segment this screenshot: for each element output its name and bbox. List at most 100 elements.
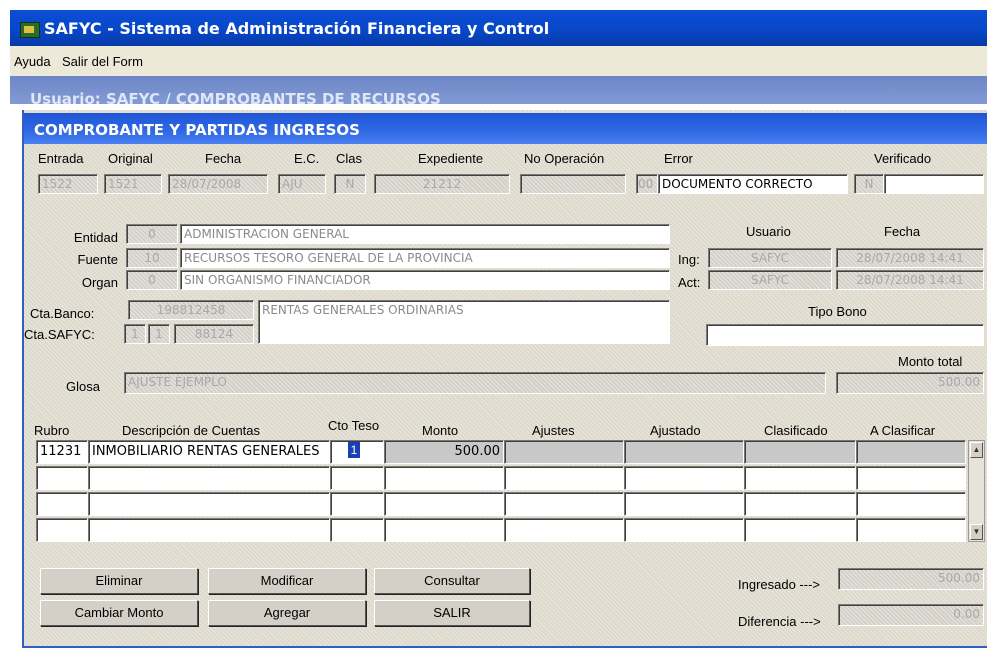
- expediente-field[interactable]: 21212: [374, 174, 510, 194]
- cell-clasificado[interactable]: [744, 440, 856, 464]
- error-text-field[interactable]: DOCUMENTO CORRECTO: [658, 174, 848, 194]
- scroll-down-icon[interactable]: ▼: [970, 524, 983, 540]
- col-header-clasificado: Clasificado: [764, 423, 828, 438]
- label-ing: Ing:: [678, 252, 700, 267]
- window-title-bar[interactable]: SAFYC - Sistema de Administración Financ…: [10, 10, 987, 46]
- cell-descripcion[interactable]: INMOBILIARIO RENTAS GENERALES: [88, 440, 330, 464]
- col-header-ajustado: Ajustado: [650, 423, 701, 438]
- consultar-button[interactable]: Consultar: [374, 568, 530, 594]
- label-cta-safyc: Cta.SAFYC:: [24, 327, 95, 342]
- tipo-bono-field[interactable]: [706, 324, 984, 346]
- label-organ: Organ: [81, 275, 118, 290]
- cell-a-clasificar[interactable]: [856, 466, 966, 490]
- label-error: Error: [664, 151, 693, 166]
- cta-safyc-field-3[interactable]: 88124: [174, 324, 254, 344]
- ingresado-field[interactable]: 500.00: [838, 568, 984, 590]
- cell-ajustes[interactable]: [504, 518, 624, 542]
- cell-rubro[interactable]: [36, 492, 88, 516]
- col-header-monto: Monto: [422, 423, 459, 438]
- menu-item-ayuda[interactable]: Ayuda: [14, 54, 51, 69]
- cell-rubro[interactable]: [36, 466, 88, 490]
- entrada-field[interactable]: 1522: [38, 174, 98, 194]
- cta-banco-number-field[interactable]: 198812458: [128, 300, 254, 320]
- verificado-field[interactable]: [884, 174, 984, 194]
- cell-rubro[interactable]: 11231: [36, 440, 88, 464]
- cell-a-clasificar[interactable]: [856, 440, 966, 464]
- window-title: SAFYC - Sistema de Administración Financ…: [44, 19, 550, 38]
- menu-bar: Ayuda Salir del Form: [10, 46, 987, 76]
- original-field[interactable]: 1521: [104, 174, 162, 194]
- cell-ajustado[interactable]: [624, 492, 744, 516]
- ec-field[interactable]: AJU: [278, 174, 326, 194]
- label-expediente: Expediente: [418, 151, 484, 166]
- verificado-flag-field[interactable]: N: [854, 174, 884, 194]
- cell-descripcion[interactable]: [88, 466, 330, 490]
- cell-ajustes[interactable]: [504, 440, 624, 464]
- grid-scrollbar[interactable]: ▲ ▼: [968, 440, 985, 542]
- entidad-desc-field[interactable]: ADMINISTRACION GENERAL: [180, 224, 670, 244]
- organ-desc-field[interactable]: SIN ORGANISMO FINANCIADOR: [180, 270, 670, 290]
- cell-ajustes[interactable]: [504, 492, 624, 516]
- cell-cto-teso-value[interactable]: 1: [348, 442, 360, 458]
- glosa-field[interactable]: AJUSTE EJEMPLO: [124, 372, 826, 394]
- ing-fecha-field[interactable]: 28/07/2008 14:41: [836, 248, 984, 268]
- label-glosa: Glosa: [66, 379, 100, 394]
- label-ingresado: Ingresado --->: [738, 577, 821, 592]
- cell-monto[interactable]: [384, 518, 504, 542]
- cell-cto-teso[interactable]: [330, 518, 384, 542]
- form-title-bar[interactable]: COMPROBANTE Y PARTIDAS INGRESOS: [24, 113, 987, 144]
- eliminar-button[interactable]: Eliminar: [40, 568, 198, 594]
- fuente-desc-field[interactable]: RECURSOS TESORO GENERAL DE LA PROVINCIA: [180, 248, 670, 268]
- cell-clasificado[interactable]: [744, 492, 856, 516]
- label-original: Original: [108, 151, 153, 166]
- cell-clasificado[interactable]: [744, 466, 856, 490]
- cambiar-monto-button[interactable]: Cambiar Monto: [40, 600, 198, 626]
- label-usuario: Usuario: [746, 224, 791, 239]
- cell-descripcion[interactable]: [88, 492, 330, 516]
- act-usuario-field[interactable]: SAFYC: [708, 270, 832, 290]
- label-entidad: Entidad: [73, 230, 118, 245]
- cell-ajustado[interactable]: [624, 440, 744, 464]
- error-code-field[interactable]: 00: [636, 174, 658, 194]
- cell-monto[interactable]: 500.00: [384, 440, 504, 464]
- organ-code-field[interactable]: 0: [126, 270, 178, 290]
- cell-cto-teso[interactable]: [330, 492, 384, 516]
- no-operacion-field[interactable]: [520, 174, 626, 194]
- label-no-operacion: No Operación: [524, 151, 605, 166]
- label-fecha: Fecha: [205, 151, 242, 166]
- label-diferencia: Diferencia --->: [738, 614, 821, 629]
- cell-ajustes[interactable]: [504, 466, 624, 490]
- cell-clasificado[interactable]: [744, 518, 856, 542]
- cell-a-clasificar[interactable]: [856, 492, 966, 516]
- label-fuente: Fuente: [77, 252, 118, 267]
- salir-button[interactable]: SALIR: [374, 600, 530, 626]
- entidad-code-field[interactable]: 0: [126, 224, 178, 244]
- label-clas: Clas: [336, 151, 363, 166]
- agregar-button[interactable]: Agregar: [208, 600, 366, 626]
- cell-a-clasificar[interactable]: [856, 518, 966, 542]
- label-fecha-audit: Fecha: [884, 224, 921, 239]
- cell-ajustado[interactable]: [624, 518, 744, 542]
- fuente-code-field[interactable]: 10: [126, 248, 178, 268]
- cta-safyc-field-1[interactable]: 1: [124, 324, 146, 344]
- col-header-rubro: Rubro: [34, 423, 70, 438]
- col-header-ajustes: Ajustes: [532, 423, 575, 438]
- scroll-up-icon[interactable]: ▲: [970, 442, 983, 458]
- cell-descripcion[interactable]: [88, 518, 330, 542]
- cell-ajustado[interactable]: [624, 466, 744, 490]
- clas-field[interactable]: N: [334, 174, 366, 194]
- cta-banco-desc-field[interactable]: RENTAS GENERALES ORDINARIAS: [258, 300, 670, 344]
- ing-usuario-field[interactable]: SAFYC: [708, 248, 832, 268]
- cell-cto-teso[interactable]: [330, 466, 384, 490]
- label-verificado: Verificado: [874, 151, 932, 166]
- cell-monto[interactable]: [384, 492, 504, 516]
- cta-safyc-field-2[interactable]: 1: [148, 324, 170, 344]
- modificar-button[interactable]: Modificar: [208, 568, 366, 594]
- cell-monto[interactable]: [384, 466, 504, 490]
- act-fecha-field[interactable]: 28/07/2008 14:41: [836, 270, 984, 290]
- cell-rubro[interactable]: [36, 518, 88, 542]
- diferencia-field[interactable]: 0.00: [838, 604, 984, 626]
- fecha-field[interactable]: 28/07/2008: [168, 174, 268, 194]
- monto-total-field[interactable]: 500.00: [836, 372, 984, 394]
- menu-item-salir-del-form[interactable]: Salir del Form: [62, 54, 143, 69]
